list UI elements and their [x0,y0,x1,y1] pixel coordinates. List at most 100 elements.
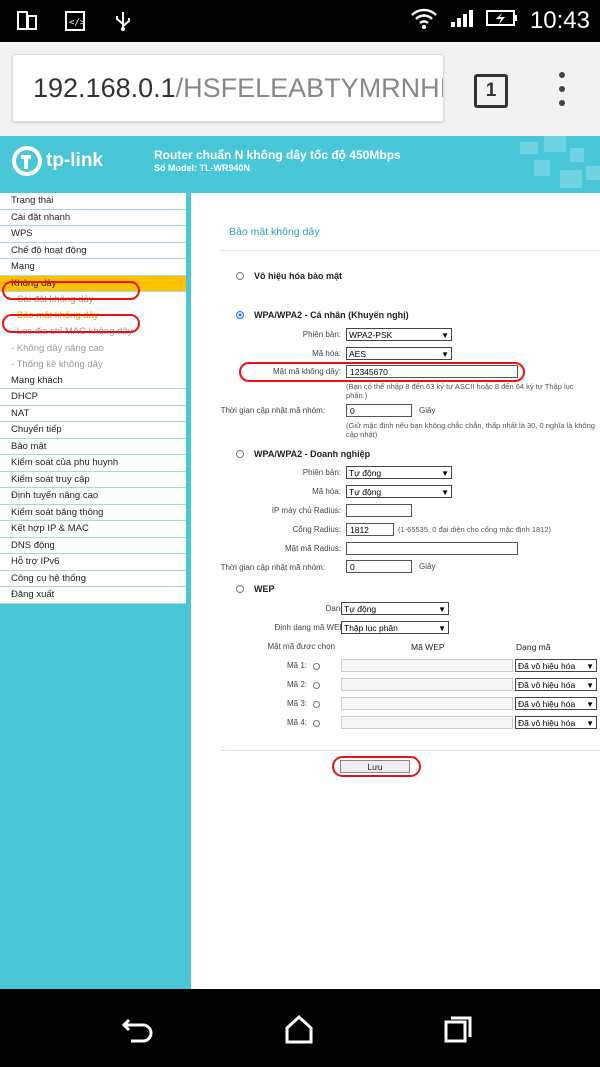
sidebar-item-dhcp[interactable]: DHCP [0,389,186,406]
sidebar-sub-wireless-statistics[interactable]: - Thống kê không dây [0,356,186,373]
overflow-menu-icon[interactable] [554,72,570,106]
url-bar[interactable]: 192.168.0.1/HSFELEABTYMRNHI [12,54,444,122]
radius-ip-input[interactable] [346,504,412,517]
wifi-icon [410,6,438,35]
phone-icon [14,8,40,34]
chevron-down-icon: ▼ [441,488,449,497]
wep-label: WEP [254,584,275,594]
home-icon[interactable] [281,1011,317,1047]
sidebar-item-wireless[interactable]: Không dây [0,275,186,292]
recent-apps-icon[interactable] [440,1011,476,1047]
wep-key-type-select[interactable]: Đã vô hiệu hóa ▼ [515,716,597,729]
radius-password-label: Mật mã Radius: [284,544,341,553]
wep-option[interactable]: WEP [236,584,275,594]
wep-key-input[interactable] [341,678,513,691]
wep-key-label: Mã 1: [286,661,307,670]
disable-security-radio[interactable] [236,272,244,280]
sidebar-sub-mac-filtering[interactable]: - Lọc địa chỉ MAC không dây [0,324,186,341]
sidebar-item-wps[interactable]: WPS [0,226,186,243]
sidebar-item-status[interactable]: Trạng thái [0,193,186,210]
sidebar-sub-wireless-settings[interactable]: - Cài đặt không dây [0,292,186,309]
key-type-column-header: Dạng mã [516,642,551,652]
wep-key-radio[interactable] [313,663,320,670]
status-bar: </> 10:43 [0,0,600,42]
wep-key-radio[interactable] [313,720,320,727]
router-header: tp-link Router chuẩn N không dây tốc độ … [0,136,600,193]
sidebar-item-guest-network[interactable]: Mạng khách [0,372,186,390]
wpa-enterprise-option[interactable]: WPA/WPA2 - Doanh nghiệp [236,449,370,459]
wep-type-select[interactable]: Tự động ▼ [341,602,449,615]
version-label: Phiên bản: [302,330,341,339]
wep-key-type-select[interactable]: Đã vô hiệu hóa ▼ [515,659,597,672]
group-key-label: Thời gian cập nhật mã nhóm: [220,406,325,415]
wep-key-radio[interactable] [313,682,320,689]
enterprise-group-key-input[interactable]: 0 [346,560,412,573]
disable-security-label: Vô hiệu hóa bảo mật [254,271,343,281]
wep-key-type-select[interactable]: Đã vô hiệu hóa ▼ [515,697,597,710]
wep-key-input[interactable] [341,716,513,729]
version-select[interactable]: WPA2-PSK ▼ [346,328,452,341]
unit-seconds: Giây [419,406,436,415]
sidebar-item-quick-setup[interactable]: Cài đặt nhanh [0,209,186,226]
enterprise-group-key-label: Thời gian cập nhật mã nhóm: [220,563,325,572]
router-page: tp-link Router chuẩn N không dây tốc độ … [0,136,600,989]
wep-key-radio[interactable] [313,701,320,708]
sidebar-sub-wireless-security[interactable]: - Bảo mật không dây [0,308,186,325]
router-model: Số Model: TL-WR940N [154,163,250,173]
wep-key-label: Mã 2: [286,680,307,689]
sidebar-item-logout[interactable]: Đăng xuất [0,587,186,604]
disable-security-option[interactable]: Vô hiệu hóa bảo mật [236,271,342,281]
sidebar-item-advanced-routing[interactable]: Định tuyến nâng cao [0,488,186,505]
router-title: Router chuẩn N không dây tốc độ 450Mbps [154,148,401,162]
wep-key-column-header: Mã WEP [411,642,445,652]
url-host: 192.168.0.1 [33,73,176,103]
tab-switcher-button[interactable]: 1 [474,74,508,108]
radius-port-input[interactable]: 1812 [346,523,394,536]
sidebar-item-network[interactable]: Mạng [0,259,186,276]
sidebar-item-operation-mode[interactable]: Chế độ hoạt động [0,242,186,259]
sidebar-item-bandwidth-control[interactable]: Kiểm soát băng thông [0,504,186,522]
wep-radio[interactable] [236,585,244,593]
sidebar: Trạng thái Cài đặt nhanh WPS Chế độ hoạt… [0,193,186,604]
signal-icon [450,8,474,33]
encryption-select[interactable]: AES ▼ [346,347,452,360]
chevron-down-icon: ▼ [438,624,446,633]
sidebar-item-nat[interactable]: NAT [0,405,186,423]
back-icon[interactable] [120,1011,156,1047]
sidebar-item-ip-mac-binding[interactable]: Kết hợp IP & MAC [0,521,186,538]
sidebar-sub-wireless-advanced[interactable]: - Không dây nâng cao [0,340,186,357]
sidebar-item-security[interactable]: Bảo mật [0,438,186,456]
encryption-label: Mã hóa: [312,349,341,358]
chevron-down-icon: ▼ [586,719,594,728]
sidebar-item-access-control[interactable]: Kiểm soát truy cập [0,471,186,489]
unit-seconds: Giây [419,562,436,571]
sidebar-item-system-tools[interactable]: Công cụ hệ thống [0,570,186,588]
wep-key-type-select[interactable]: Đã vô hiệu hóa ▼ [515,678,597,691]
battery-charging-icon [485,8,518,33]
wireless-password-input[interactable]: 12345670 [346,365,518,378]
brand-name: tp-link [46,150,103,171]
wep-key-input[interactable] [341,697,513,710]
wpa-personal-option[interactable]: WPA/WPA2 - Cá nhân (Khuyến nghị) [236,310,409,320]
main-content: Bảo mật không dây Vô hiệu hóa bảo mật WP… [191,193,600,989]
sidebar-item-dynamic-dns[interactable]: DNS động [0,537,186,555]
chevron-down-icon: ▼ [586,681,594,690]
wep-format-select[interactable]: Thập lục phân ▼ [341,621,449,634]
radius-port-note: (1-65535, 0 đại diện cho cổng mặc định 1… [398,525,552,534]
code-icon: </> [62,8,88,34]
wpa-enterprise-radio[interactable] [236,450,244,458]
enterprise-version-select[interactable]: Tự động ▼ [346,466,452,479]
radius-port-label: Cổng Radius: [292,525,341,534]
chevron-down-icon: ▼ [441,469,449,478]
save-button[interactable]: Lưu [340,760,410,773]
sidebar-item-ipv6[interactable]: Hỗ trợ IPv6 [0,554,186,571]
chevron-down-icon: ▼ [586,662,594,671]
sidebar-item-forwarding[interactable]: Chuyển tiếp [0,422,186,439]
group-key-input[interactable]: 0 [346,404,412,417]
wep-key-input[interactable] [341,659,513,672]
enterprise-encryption-select[interactable]: Tự động ▼ [346,485,452,498]
wpa-personal-radio[interactable] [236,311,244,319]
sidebar-item-parental-control[interactable]: Kiểm soát của phụ huynh [0,455,186,472]
page-title: Bảo mật không dây [229,226,320,238]
radius-password-input[interactable] [346,542,518,555]
